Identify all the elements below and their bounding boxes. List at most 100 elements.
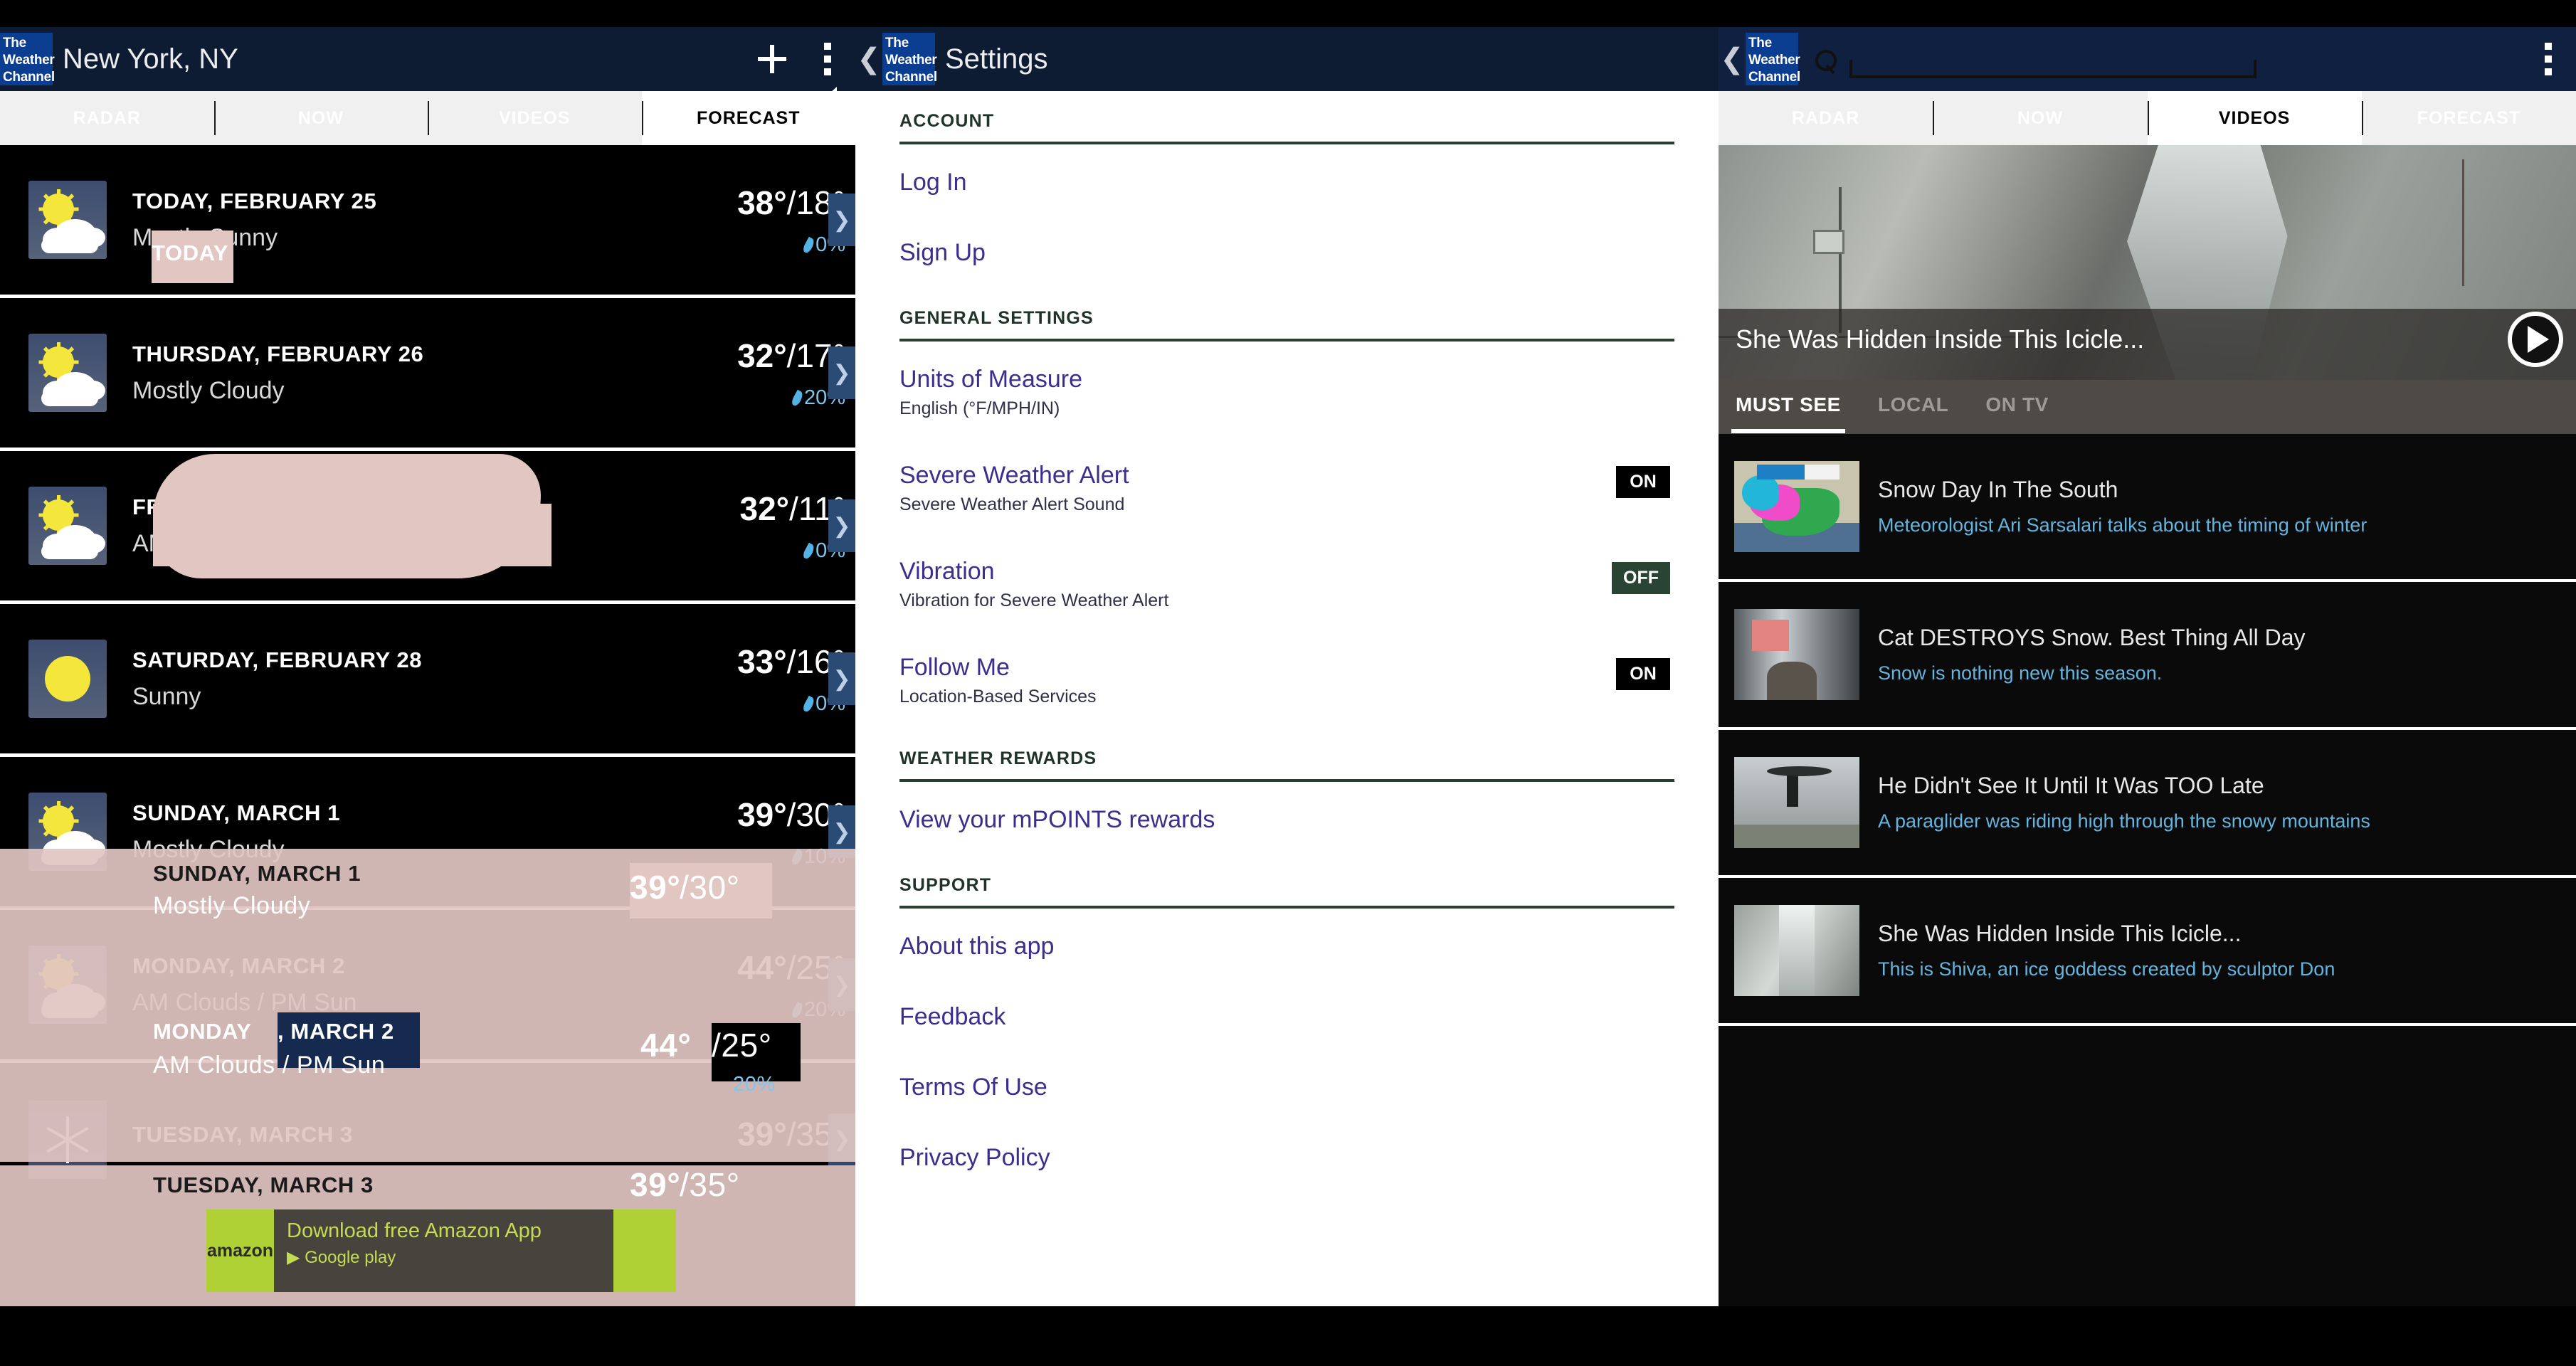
- forecast-date: SUNDAY, MARCH 1: [132, 800, 341, 825]
- tab-videos[interactable]: VIDEOS: [428, 91, 642, 145]
- settings-item-title: Units of Measure: [899, 366, 1082, 393]
- tab-radar[interactable]: RADAR: [0, 91, 214, 145]
- settings-item[interactable]: Follow Me Location-Based Services ON: [899, 632, 1674, 729]
- settings-item[interactable]: Vibration Vibration for Severe Weather Al…: [899, 536, 1674, 632]
- settings-item[interactable]: Feedback: [899, 982, 1674, 1052]
- overflow-menu-button[interactable]: [800, 27, 855, 91]
- ghost-text: AM Clouds / PM Sun: [153, 1052, 386, 1079]
- ghost-text: /25°: [712, 1027, 772, 1064]
- video-subtab-must-see[interactable]: MUST SEE: [1731, 393, 1845, 433]
- forecast-row-values: 32°/11° 0%: [670, 489, 855, 563]
- settings-item-title: Feedback: [899, 1003, 1006, 1030]
- video-subtab-on-tv[interactable]: ON TV: [1985, 393, 2049, 420]
- tab-forecast[interactable]: FORECAST: [2361, 91, 2576, 145]
- ad-text: Download free Amazon App ▶ Google play: [274, 1209, 613, 1292]
- video-title: Snow Day In The South: [1878, 477, 2118, 502]
- ad-headline: Download free Amazon App: [287, 1219, 542, 1242]
- google-play-icon: ▶: [287, 1248, 300, 1267]
- tab-now[interactable]: NOW: [1933, 91, 2147, 145]
- raindrop-icon: [801, 542, 816, 560]
- video-title: He Didn't See It Until It Was TOO Late: [1878, 773, 2264, 798]
- cloud-base: [41, 238, 98, 253]
- video-list-item[interactable]: He Didn't See It Until It Was TOO Late A …: [1719, 730, 2576, 878]
- forecast-precipitation: 0%: [670, 539, 845, 563]
- forecast-row-text: THURSDAY, FEBRUARY 26 Mostly Cloudy: [107, 342, 670, 405]
- video-list-item[interactable]: Cat DESTROYS Snow. Best Thing All Day Sno…: [1719, 582, 2576, 730]
- settings-title: Settings: [945, 43, 1048, 75]
- settings-section-header: WEATHER REWARDS: [899, 748, 1097, 768]
- tab-now[interactable]: NOW: [213, 91, 428, 145]
- location-title[interactable]: New York, NY: [63, 43, 238, 75]
- search-input[interactable]: [1849, 60, 2256, 78]
- cloud-base: [41, 849, 98, 865]
- forecast-row[interactable]: SATURDAY, FEBRUARY 28 Sunny 33°/16° 0%❯: [0, 604, 855, 757]
- video-list-item[interactable]: She Was Hidden Inside This Icicle... This…: [1719, 878, 2576, 1026]
- video-description: A paraglider was riding high through the…: [1878, 810, 2370, 832]
- sun-behind-cloud-icon: [28, 334, 107, 412]
- forecast-row[interactable]: FRIDAY, FEBRUARY 27 AM Clouds / PM Sun 32°…: [0, 451, 855, 604]
- forecast-row-chevron[interactable]: ❯: [828, 499, 855, 552]
- raindrop-icon: [790, 389, 805, 407]
- forecast-row[interactable]: TODAY, FEBRUARY 25Mostly Sunny38°/18°0%❯: [0, 145, 855, 298]
- forecast-row-values: 33°/16° 0%: [670, 642, 855, 716]
- video-subtab-local[interactable]: LOCAL: [1878, 393, 1948, 420]
- forecast-row-text: SUNDAY, MARCH 1 Mostly Cloudy: [107, 800, 670, 864]
- ghost-text: , MARCH 2: [278, 1019, 394, 1044]
- amazon-ad-banner[interactable]: amazon Download free Amazon App ▶ Google…: [206, 1209, 676, 1292]
- forecast-temperature: 39°/35°: [737, 1115, 845, 1153]
- forecast-row-text: SATURDAY, FEBRUARY 28 Sunny: [107, 647, 670, 711]
- forecast-condition: Mostly Cloudy: [132, 376, 285, 404]
- forecast-row-values: 32°/17° 20%: [670, 337, 855, 410]
- video-title: Cat DESTROYS Snow. Best Thing All Day: [1878, 625, 2306, 650]
- system-nav-bar: [0, 1306, 855, 1366]
- settings-toggle[interactable]: OFF: [1612, 562, 1670, 594]
- forecast-row-chevron[interactable]: ❯: [828, 346, 855, 399]
- settings-toggle[interactable]: ON: [1616, 466, 1670, 498]
- settings-item-title: View your mPOINTS rewards: [899, 806, 1215, 833]
- tab-videos[interactable]: VIDEOS: [2147, 91, 2362, 145]
- play-button-icon[interactable]: [2508, 312, 2563, 367]
- system-nav-bar: [1719, 1306, 2576, 1366]
- video-list-item[interactable]: Snow Day In The South Meteorologist Ari S…: [1719, 434, 2576, 582]
- settings-item[interactable]: Privacy Policy: [899, 1123, 1674, 1193]
- settings-section-rule: [899, 339, 1674, 342]
- ghost-text: TODAY: [152, 240, 229, 265]
- settings-item[interactable]: Terms Of Use: [899, 1052, 1674, 1123]
- forecast-row-values: 44°/25° 20%: [670, 948, 855, 1022]
- settings-item[interactable]: Sign Up: [899, 218, 1674, 288]
- forecast-row-chevron[interactable]: ❯: [828, 1113, 855, 1166]
- settings-panel: ❮ The Weather Channel Settings ACCOUNT Lo…: [855, 0, 1719, 1366]
- forecast-list: TODAY, FEBRUARY 25Mostly Sunny38°/18°0%❯…: [0, 145, 855, 1306]
- forecast-tab-bar: RADAR NOW VIDEOS FORECAST: [0, 91, 855, 145]
- settings-item[interactable]: Log In: [899, 147, 1674, 218]
- video-description: This is Shiva, an ice goddess created by…: [1878, 958, 2335, 980]
- search-area[interactable]: [1798, 27, 2520, 91]
- video-text: He Didn't See It Until It Was TOO Late A …: [1859, 773, 2560, 832]
- settings-item-title: Log In: [899, 169, 967, 196]
- cloud-base: [41, 544, 98, 559]
- forecast-precipitation: 20%: [670, 386, 845, 410]
- overflow-menu-button[interactable]: [2520, 27, 2576, 91]
- forecast-row-chevron[interactable]: ❯: [828, 652, 855, 705]
- settings-item[interactable]: View your mPOINTS rewards: [899, 785, 1674, 855]
- forecast-date: TUESDAY, MARCH 3: [132, 1121, 353, 1147]
- back-chevron-icon[interactable]: ❮: [855, 45, 882, 73]
- tab-radar[interactable]: RADAR: [1719, 91, 1933, 145]
- ad-accent: [613, 1209, 676, 1292]
- forecast-row-chevron[interactable]: ❯: [828, 958, 855, 1011]
- settings-item[interactable]: Units of Measure English (°F/MPH/IN): [899, 344, 1674, 440]
- forecast-row[interactable]: THURSDAY, FEBRUARY 26 Mostly Cloudy 32°/17…: [0, 298, 855, 451]
- forecast-temperature: 33°/16°: [737, 642, 845, 680]
- paraglider-art: [1734, 757, 1859, 848]
- tab-forecast[interactable]: FORECAST: [641, 91, 855, 145]
- forecast-row-chevron[interactable]: ❯: [828, 194, 855, 246]
- forecast-date: SATURDAY, FEBRUARY 28: [132, 647, 423, 672]
- raindrop-icon: [801, 236, 816, 254]
- back-chevron-icon[interactable]: ❮: [1719, 45, 1746, 73]
- add-location-button[interactable]: [744, 27, 800, 91]
- forecast-row-chevron[interactable]: ❯: [828, 805, 855, 858]
- settings-toggle[interactable]: ON: [1616, 658, 1670, 690]
- weather-channel-logo: The Weather Channel: [0, 33, 55, 85]
- settings-item[interactable]: About this app: [899, 911, 1674, 982]
- settings-item[interactable]: Severe Weather Alert Severe Weather Alert…: [899, 440, 1674, 536]
